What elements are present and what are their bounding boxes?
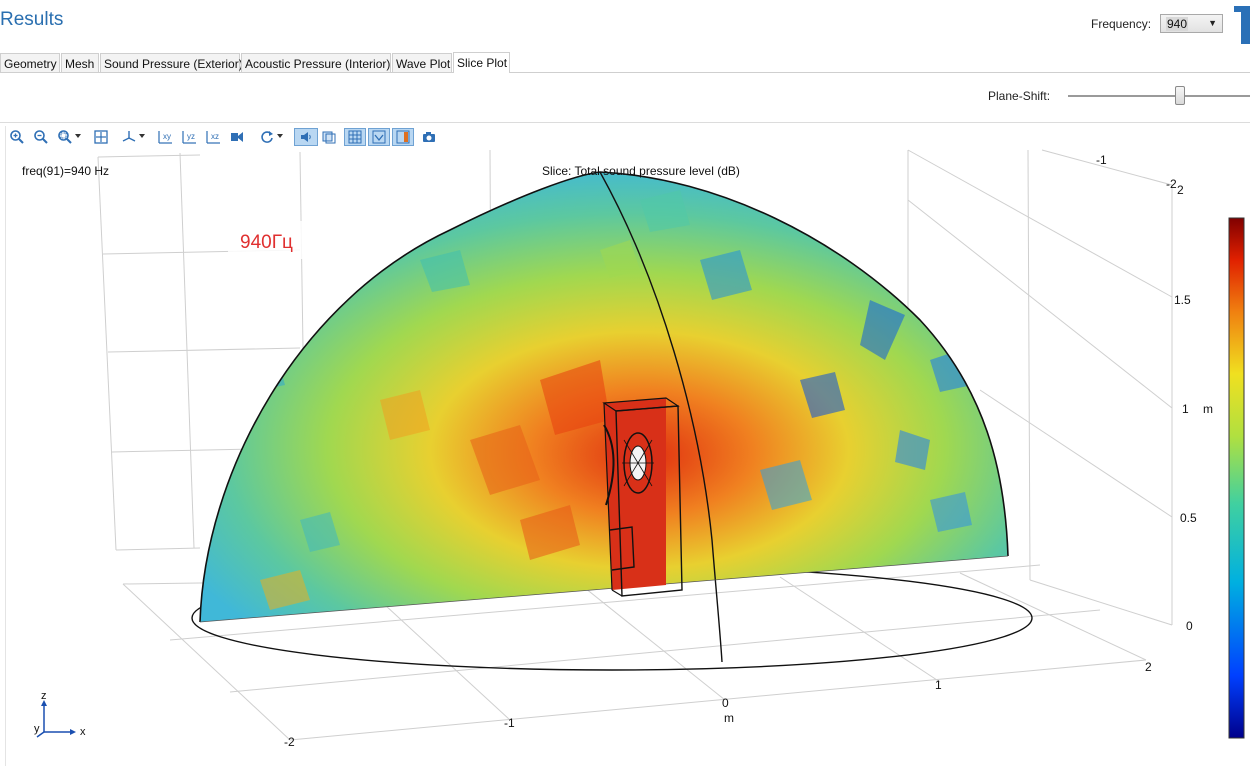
z-axis-ticks: 0 0.5 1 1.5 2 m [1174,183,1213,633]
x-tick: -2 [284,735,295,749]
x-tick: 2 [1145,660,1152,674]
y-tick: -1 [1096,153,1107,167]
z-tick: 2 [1177,183,1184,197]
z-axis-unit: m [1203,402,1213,416]
triad-x-label: x [80,726,86,738]
z-tick: 1 [1182,402,1189,416]
color-legend [1228,217,1245,739]
x-axis-unit: m [724,711,734,725]
triad-z-label: z [41,690,47,702]
z-tick: 0 [1186,619,1193,633]
y-tick: -2 [1166,177,1177,191]
x-tick: -1 [504,716,515,730]
slice-plot-canvas[interactable]: freq(91)=940 Hz Slice: Total sound press… [0,0,1250,768]
slice-plot-title: Slice: Total sound pressure level (dB) [542,164,740,178]
z-tick: 1.5 [1174,293,1191,307]
x-tick: 0 [722,696,729,710]
x-tick: 1 [935,678,942,692]
frequency-readout: freq(91)=940 Hz [22,164,109,178]
axis-triad: z y x [34,690,86,738]
triad-y-label: y [34,723,40,735]
slice-field [200,172,1008,622]
frequency-annotation: 940Гц [240,232,293,253]
z-tick: 0.5 [1180,511,1197,525]
y-axis-ticks: -1 -2 [1096,153,1177,191]
x-axis-ticks: -2 -1 0 1 2 m [284,660,1152,749]
